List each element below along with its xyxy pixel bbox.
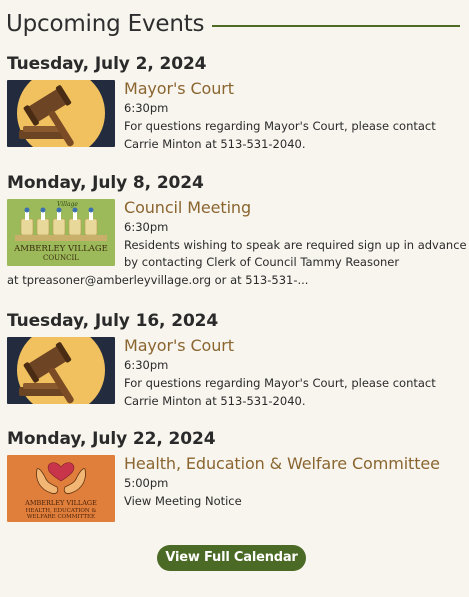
svg-text:AMBERLEY VILLAGE: AMBERLEY VILLAGE: [24, 499, 97, 507]
svg-text:WELFARE COMMITTEE: WELFARE COMMITTEE: [27, 514, 95, 520]
section-title: Upcoming Events: [6, 11, 205, 37]
event-time: 6:30pm: [124, 358, 169, 372]
event-description: by contacting Clerk of Council Tammy Rea…: [124, 255, 400, 269]
event-time: 6:30pm: [124, 101, 169, 115]
event-description: For questions regarding Mayor's Court, p…: [124, 376, 436, 408]
event-description: For questions regarding Mayor's Court, p…: [124, 119, 436, 151]
council-chairs-image[interactable]: Village AMBERLEY VILLAGE COUNCIL: [7, 199, 115, 266]
event-item: Tuesday, July 16, 2024 Mayor's Court 6:3…: [7, 310, 463, 410]
event-item: Tuesday, July 2, 2024 Mayor's Court 6:30…: [7, 53, 463, 153]
event-date: Tuesday, July 16, 2024: [7, 311, 219, 331]
event-title-link[interactable]: Council Meeting: [124, 198, 251, 218]
view-full-calendar-button[interactable]: View Full Calendar: [157, 545, 306, 571]
event-date: Monday, July 22, 2024: [7, 429, 216, 449]
svg-text:AMBERLEY VILLAGE: AMBERLEY VILLAGE: [13, 244, 108, 254]
event-date: Monday, July 8, 2024: [7, 173, 204, 193]
event-item: Monday, July 8, 2024 Village AMBERLEY VI…: [7, 172, 467, 292]
section-header: Upcoming Events: [6, 6, 460, 42]
header-divider: [212, 25, 460, 27]
svg-text:Village: Village: [57, 201, 78, 208]
gavel-icon[interactable]: [7, 80, 115, 147]
svg-text:COUNCIL: COUNCIL: [43, 254, 79, 262]
event-time: 5:00pm: [124, 476, 169, 490]
event-date: Tuesday, July 2, 2024: [7, 54, 207, 74]
hands-heart-image[interactable]: AMBERLEY VILLAGE HEALTH, EDUCATION & WEL…: [7, 455, 115, 522]
view-meeting-notice-link[interactable]: View Meeting Notice: [124, 493, 242, 511]
event-title-link[interactable]: Mayor's Court: [124, 336, 234, 356]
event-description: at tpreasoner@amberleyvillage.org or at …: [7, 273, 309, 287]
event-title-link[interactable]: Health, Education & Welfare Committee: [124, 454, 440, 474]
event-time: 6:30pm: [124, 220, 169, 234]
gavel-icon[interactable]: [7, 337, 115, 404]
event-title-link[interactable]: Mayor's Court: [124, 79, 234, 99]
event-description: Residents wishing to speak are required …: [124, 238, 467, 252]
event-item: Monday, July 22, 2024 AMBERLEY VILLAGE H…: [7, 428, 463, 528]
